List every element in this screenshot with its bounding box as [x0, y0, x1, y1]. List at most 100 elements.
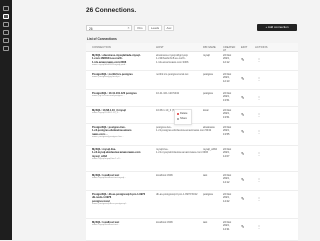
- edit-icon[interactable]: ✎: [241, 197, 245, 201]
- share-icon: [176, 118, 179, 120]
- host-cell: db-as-postgresql-3.pro-1.9976:5432: [156, 193, 201, 196]
- created-at: 22 Dec 2023, 14:12: [223, 174, 231, 184]
- created-at: 22 Dec 2023, 13:55: [223, 126, 231, 136]
- connection-cell: PostgreSQL: north2.tcs.postgres name: pos…: [92, 73, 150, 80]
- created-at-part: 14:31: [223, 227, 230, 231]
- connection-subtitle: name: postgresql.postgres.live...: [92, 136, 124, 139]
- db-name: test: [203, 174, 208, 177]
- host-cell: 10.41.101.120:5432: [156, 92, 201, 95]
- created-at-part: 13:55: [223, 132, 230, 136]
- connection-subtitle: name: mysql.localhost.test...: [92, 224, 120, 227]
- connection-cell: PostgreSQL: 10.41.101.120 postgres name: …: [92, 92, 150, 99]
- connection-cell: MySQL: localhost test name: mysql.localho…: [92, 221, 150, 228]
- host-text: 10.41.101.120:5432: [156, 92, 180, 95]
- host-cell: localhost:3306: [156, 221, 201, 224]
- connection-cell: MySQL: mysql-live- 1.c3.mysql.ebzdeutsw.a…: [92, 148, 150, 162]
- host-text: localhost:3306: [156, 174, 173, 177]
- created-at: 22 Dec 2023, 14:22: [223, 193, 231, 203]
- host-text: 1.c3.postgres.ebzdeutsw.amazonaws.com:54…: [156, 129, 212, 133]
- connection-subtitle: name: mysql.10.68.1.10_3...: [92, 112, 120, 115]
- home-icon[interactable]: [3, 6, 9, 11]
- db-name: mysql: [203, 54, 210, 57]
- connection-subtitle: name: postgresql.pg.local.pt...: [92, 76, 122, 79]
- created-at-part: 13:51: [223, 98, 230, 102]
- connection-subtitle: name: mysql.dfskf.k03.mysql.prod...: [92, 64, 127, 67]
- more-actions-icon[interactable]: ⋮: [257, 58, 261, 62]
- table-row[interactable]: MySQL: localhost test name: mysql.localho…: [86, 218, 298, 241]
- table-row[interactable]: PostgreSQL: db.as.postgresql.3.pro.1.997…: [86, 190, 298, 219]
- more-actions-icon[interactable]: ⋮: [257, 152, 261, 156]
- created-at: 22 Dec 2023, 13:51: [223, 92, 231, 102]
- context-menu: Delete Share: [174, 109, 192, 125]
- edit-icon[interactable]: ✎: [241, 77, 245, 81]
- edit-icon[interactable]: ✎: [241, 113, 245, 117]
- connection-subtitle: name: mysql.localhost.test.mysql...: [92, 177, 126, 180]
- created-at: 22 Dec 2023, 14:31: [223, 221, 231, 231]
- host-cell: north2.ics.postgres.local.net: [156, 73, 201, 76]
- filter-button-2[interactable]: Asc: [164, 25, 174, 31]
- more-actions-icon[interactable]: ⋮: [257, 113, 261, 117]
- created-at-part: 13:51: [223, 115, 230, 119]
- table-row[interactable]: PostgreSQL: 10.41.101.120 postgres name: …: [86, 89, 298, 107]
- connections-table: Connection Host DB Name Created at Edit …: [86, 43, 298, 241]
- header-connection: Connection: [92, 44, 111, 49]
- db-name: postgres: [203, 73, 213, 76]
- search-input[interactable]: 26 ×: [86, 25, 132, 31]
- more-actions-icon[interactable]: ⋮: [257, 225, 261, 229]
- host-text: localhost:3306: [156, 221, 173, 224]
- menu-item-delete[interactable]: Delete: [180, 112, 188, 115]
- host-text: 1.rds.amazonaws.com:3306: [156, 60, 189, 64]
- menu-item-share[interactable]: Share: [180, 117, 187, 120]
- host-cell: ebusiness-mysql-ddgmysql- 1.c3ihhaxbnfm8.…: [156, 54, 201, 64]
- edit-icon[interactable]: ✎: [241, 96, 245, 100]
- table-row[interactable]: MySQL: ebusiness-mysqlatrade-mysql- 1-com…: [86, 51, 298, 71]
- logout-icon[interactable]: [3, 46, 9, 51]
- more-actions-icon[interactable]: ⋮: [257, 77, 261, 81]
- edit-icon[interactable]: ✎: [241, 152, 245, 156]
- query-icon[interactable]: [3, 22, 9, 27]
- table-row[interactable]: PostgreSQL: north2.tcs.postgres name: pos…: [86, 70, 298, 90]
- db-name: local: [203, 109, 209, 112]
- more-actions-icon[interactable]: ⋮: [257, 197, 261, 201]
- list-title: List of Connections: [87, 37, 117, 41]
- host-cell: localhost:3306: [156, 174, 201, 177]
- filter-button-1[interactable]: Leads: [148, 25, 162, 31]
- edit-icon[interactable]: ✎: [241, 225, 245, 229]
- header-db-name: DB Name: [203, 44, 216, 49]
- edit-icon[interactable]: ✎: [241, 58, 245, 62]
- table-row[interactable]: PostgreSQL: postgres-live- 1.c3.postgres.…: [86, 123, 298, 146]
- page-title: 26 Connections.: [86, 7, 137, 14]
- more-actions-icon[interactable]: ⋮: [257, 96, 261, 100]
- connection-cell: MySQL: ebusiness-mysqlatrade-mysql- 1-com…: [92, 54, 150, 68]
- db-name: postgres: [203, 193, 213, 196]
- host-cell: postgres-live- 1.c3.postgres.ebzdeutsw.am…: [156, 126, 212, 133]
- created-at-part: 14:12: [223, 180, 230, 184]
- table-row[interactable]: MySQL: mysql-live- 1.c3.mysql.ebzdeutsw.a…: [86, 145, 298, 172]
- created-at: 22 Dec 2023, 14:07: [223, 148, 231, 158]
- connection-cell: MySQL: 10.68.1.10_3 mysql name: mysql.10.…: [92, 109, 150, 116]
- add-connection-button[interactable]: + Add connection: [257, 24, 297, 31]
- filter-button-0[interactable]: Kbs: [134, 25, 146, 31]
- created-at-part: 12:12: [223, 60, 230, 64]
- clear-search-icon[interactable]: ×: [127, 26, 129, 30]
- delete-icon: [176, 113, 179, 115]
- connection-cell: MySQL: localhost test name: mysql.localho…: [92, 174, 150, 181]
- host-cell: mysql-live- 1.c3.mysql.ebzdeutsw.amazonaw…: [156, 148, 208, 155]
- connection-subtitle: name: pg.ks.user.read.postgres...: [92, 95, 125, 98]
- db-name: ebusiness: [203, 126, 215, 129]
- edit-icon[interactable]: ✎: [241, 178, 245, 182]
- table-row[interactable]: MySQL: localhost test name: mysql.localho…: [86, 171, 298, 191]
- connection-subtitle: name: postgresql.db.as.postgresql...: [92, 203, 128, 206]
- created-at: 22 Dec 2023, 13:51: [223, 109, 231, 119]
- more-actions-icon[interactable]: ⋮: [257, 178, 261, 182]
- database-icon[interactable]: [3, 14, 9, 19]
- table-row[interactable]: MySQL: 10.68.1.10_3 mysql name: mysql.10.…: [86, 106, 298, 124]
- db-name: mysql_cdb3: [203, 148, 217, 151]
- settings-icon[interactable]: [3, 38, 9, 43]
- created-at: 22 Dec 2023, 12:12: [223, 54, 231, 64]
- created-at-part: 14:07: [223, 154, 230, 158]
- header-edit: Edit: [241, 44, 248, 49]
- more-actions-icon[interactable]: ⋮: [257, 130, 261, 134]
- edit-icon[interactable]: ✎: [241, 130, 245, 134]
- history-icon[interactable]: [3, 30, 9, 35]
